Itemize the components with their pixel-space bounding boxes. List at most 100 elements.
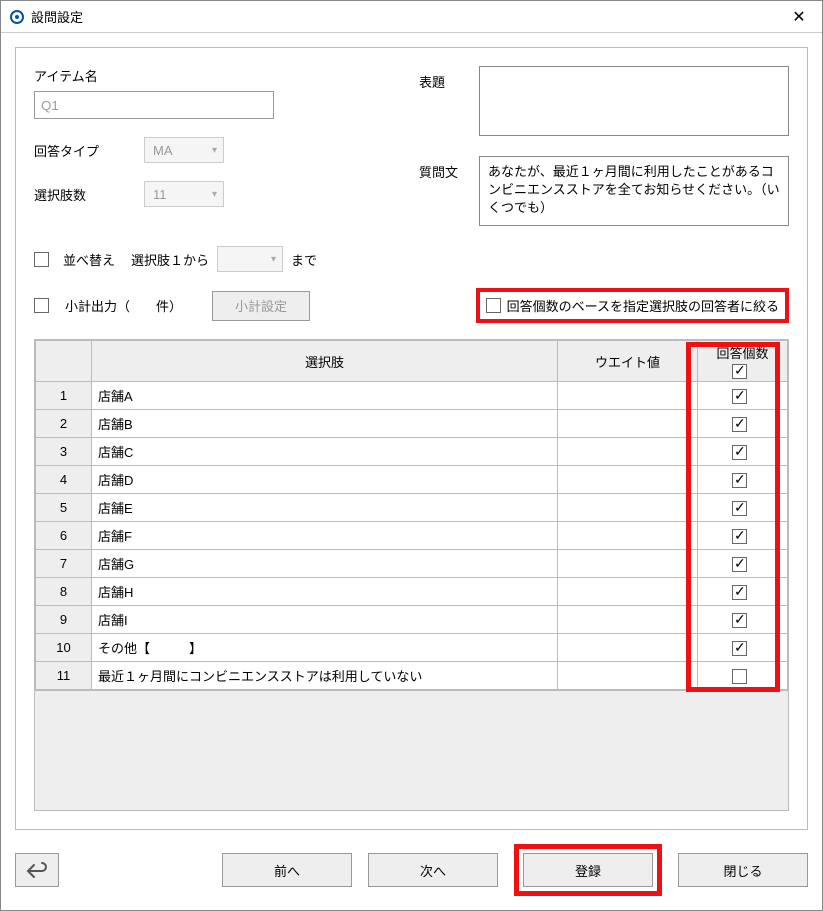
count-checkbox[interactable] xyxy=(732,445,747,460)
choice-cell[interactable]: 店舗G xyxy=(92,550,558,578)
choice-cell[interactable]: 最近１ヶ月間にコンビニエンスストアは利用していない xyxy=(92,662,558,690)
item-name-input[interactable] xyxy=(34,91,274,119)
title-field-label: 表題 xyxy=(419,66,479,91)
choice-cell[interactable]: 店舗A xyxy=(92,382,558,410)
base-filter-highlight: 回答個数のベースを指定選択肢の回答者に絞る xyxy=(476,288,789,323)
titlebar: 設問設定 ✕ xyxy=(1,1,822,33)
count-cell[interactable] xyxy=(698,382,788,410)
sort-from-label: 選択肢１から xyxy=(131,250,209,269)
table-row: 4店舗D xyxy=(36,466,788,494)
next-button[interactable]: 次へ xyxy=(368,853,498,887)
count-checkbox[interactable] xyxy=(732,669,747,684)
dialog-window: 設問設定 ✕ アイテム名 回答タイプ MA 選択肢数 xyxy=(0,0,823,911)
sort-to-label: まで xyxy=(291,250,317,269)
subtotal-row: 小計出力（ 件） 小計設定 回答個数のベースを指定選択肢の回答者に絞る xyxy=(34,288,789,323)
weight-cell[interactable] xyxy=(558,466,698,494)
question-field-label: 質問文 xyxy=(419,156,479,181)
weight-cell[interactable] xyxy=(558,606,698,634)
content-area: アイテム名 回答タイプ MA 選択肢数 11 xyxy=(1,33,822,910)
choice-cell[interactable]: 店舗I xyxy=(92,606,558,634)
table-row: 5店舗E xyxy=(36,494,788,522)
weight-cell[interactable] xyxy=(558,382,698,410)
weight-cell[interactable] xyxy=(558,522,698,550)
count-checkbox[interactable] xyxy=(732,585,747,600)
row-number: 11 xyxy=(36,662,92,690)
subtotal-settings-button[interactable]: 小計設定 xyxy=(212,291,310,321)
subtotal-checkbox[interactable] xyxy=(34,298,49,313)
answer-type-label: 回答タイプ xyxy=(34,141,144,160)
item-name-label: アイテム名 xyxy=(34,66,144,85)
row-number: 10 xyxy=(36,634,92,662)
row-number: 9 xyxy=(36,606,92,634)
close-icon[interactable]: ✕ xyxy=(784,5,814,29)
row-number: 5 xyxy=(36,494,92,522)
window-title: 設問設定 xyxy=(31,7,784,26)
choice-cell[interactable]: 店舗F xyxy=(92,522,558,550)
count-cell[interactable] xyxy=(698,522,788,550)
base-filter-label: 回答個数のベースを指定選択肢の回答者に絞る xyxy=(507,296,779,315)
sort-row: 並べ替え 選択肢１から まで xyxy=(34,246,789,272)
undo-button[interactable] xyxy=(15,853,59,887)
table-row: 10その他【 】 xyxy=(36,634,788,662)
row-number: 3 xyxy=(36,438,92,466)
count-cell[interactable] xyxy=(698,438,788,466)
table-row: 2店舗B xyxy=(36,410,788,438)
weight-cell[interactable] xyxy=(558,494,698,522)
table-row: 11最近１ヶ月間にコンビニエンスストアは利用していない xyxy=(36,662,788,690)
row-number: 8 xyxy=(36,578,92,606)
count-header-checkbox[interactable] xyxy=(732,364,747,379)
count-checkbox[interactable] xyxy=(732,557,747,572)
weight-cell[interactable] xyxy=(558,410,698,438)
count-checkbox[interactable] xyxy=(732,389,747,404)
count-checkbox[interactable] xyxy=(732,501,747,516)
sort-checkbox[interactable] xyxy=(34,252,49,267)
count-cell[interactable] xyxy=(698,410,788,438)
weight-cell[interactable] xyxy=(558,662,698,690)
register-highlight: 登録 xyxy=(514,844,662,896)
table-row: 3店舗C xyxy=(36,438,788,466)
choices-table-wrap: 選択肢 ウエイト値 回答個数 1店舗A2店舗B3店舗C4店舗D5店舗E6店舗F7… xyxy=(34,339,789,811)
app-icon xyxy=(9,9,25,25)
table-row: 6店舗F xyxy=(36,522,788,550)
count-cell[interactable] xyxy=(698,578,788,606)
count-cell[interactable] xyxy=(698,550,788,578)
count-checkbox[interactable] xyxy=(732,613,747,628)
choice-count-select[interactable]: 11 xyxy=(144,181,224,207)
count-cell[interactable] xyxy=(698,662,788,690)
col-choice-header: 選択肢 xyxy=(92,341,558,382)
row-number: 4 xyxy=(36,466,92,494)
count-cell[interactable] xyxy=(698,494,788,522)
base-filter-checkbox[interactable] xyxy=(486,298,501,313)
choice-cell[interactable]: 店舗D xyxy=(92,466,558,494)
count-checkbox[interactable] xyxy=(732,641,747,656)
count-cell[interactable] xyxy=(698,634,788,662)
choice-cell[interactable]: 店舗H xyxy=(92,578,558,606)
question-textarea[interactable]: あなたが、最近１ヶ月間に利用したことがあるコンビニエンスストアを全てお知らせくだ… xyxy=(479,156,789,226)
choice-cell[interactable]: 店舗B xyxy=(92,410,558,438)
count-checkbox[interactable] xyxy=(732,417,747,432)
answer-type-select[interactable]: MA xyxy=(144,137,224,163)
choice-cell[interactable]: その他【 】 xyxy=(92,634,558,662)
sort-range-select[interactable] xyxy=(217,246,283,272)
count-checkbox[interactable] xyxy=(732,473,747,488)
register-button[interactable]: 登録 xyxy=(523,853,653,887)
weight-cell[interactable] xyxy=(558,550,698,578)
table-row: 7店舗G xyxy=(36,550,788,578)
close-button[interactable]: 閉じる xyxy=(678,853,808,887)
choices-table: 選択肢 ウエイト値 回答個数 1店舗A2店舗B3店舗C4店舗D5店舗E6店舗F7… xyxy=(35,340,788,690)
count-cell[interactable] xyxy=(698,606,788,634)
weight-cell[interactable] xyxy=(558,438,698,466)
weight-cell[interactable] xyxy=(558,578,698,606)
choice-count-label: 選択肢数 xyxy=(34,185,144,204)
count-cell[interactable] xyxy=(698,466,788,494)
table-row: 9店舗I xyxy=(36,606,788,634)
row-number: 6 xyxy=(36,522,92,550)
choice-cell[interactable]: 店舗E xyxy=(92,494,558,522)
weight-cell[interactable] xyxy=(558,634,698,662)
col-count-header: 回答個数 xyxy=(698,341,788,382)
choice-cell[interactable]: 店舗C xyxy=(92,438,558,466)
count-checkbox[interactable] xyxy=(732,529,747,544)
table-row: 8店舗H xyxy=(36,578,788,606)
prev-button[interactable]: 前へ xyxy=(222,853,352,887)
title-textarea[interactable] xyxy=(479,66,789,136)
